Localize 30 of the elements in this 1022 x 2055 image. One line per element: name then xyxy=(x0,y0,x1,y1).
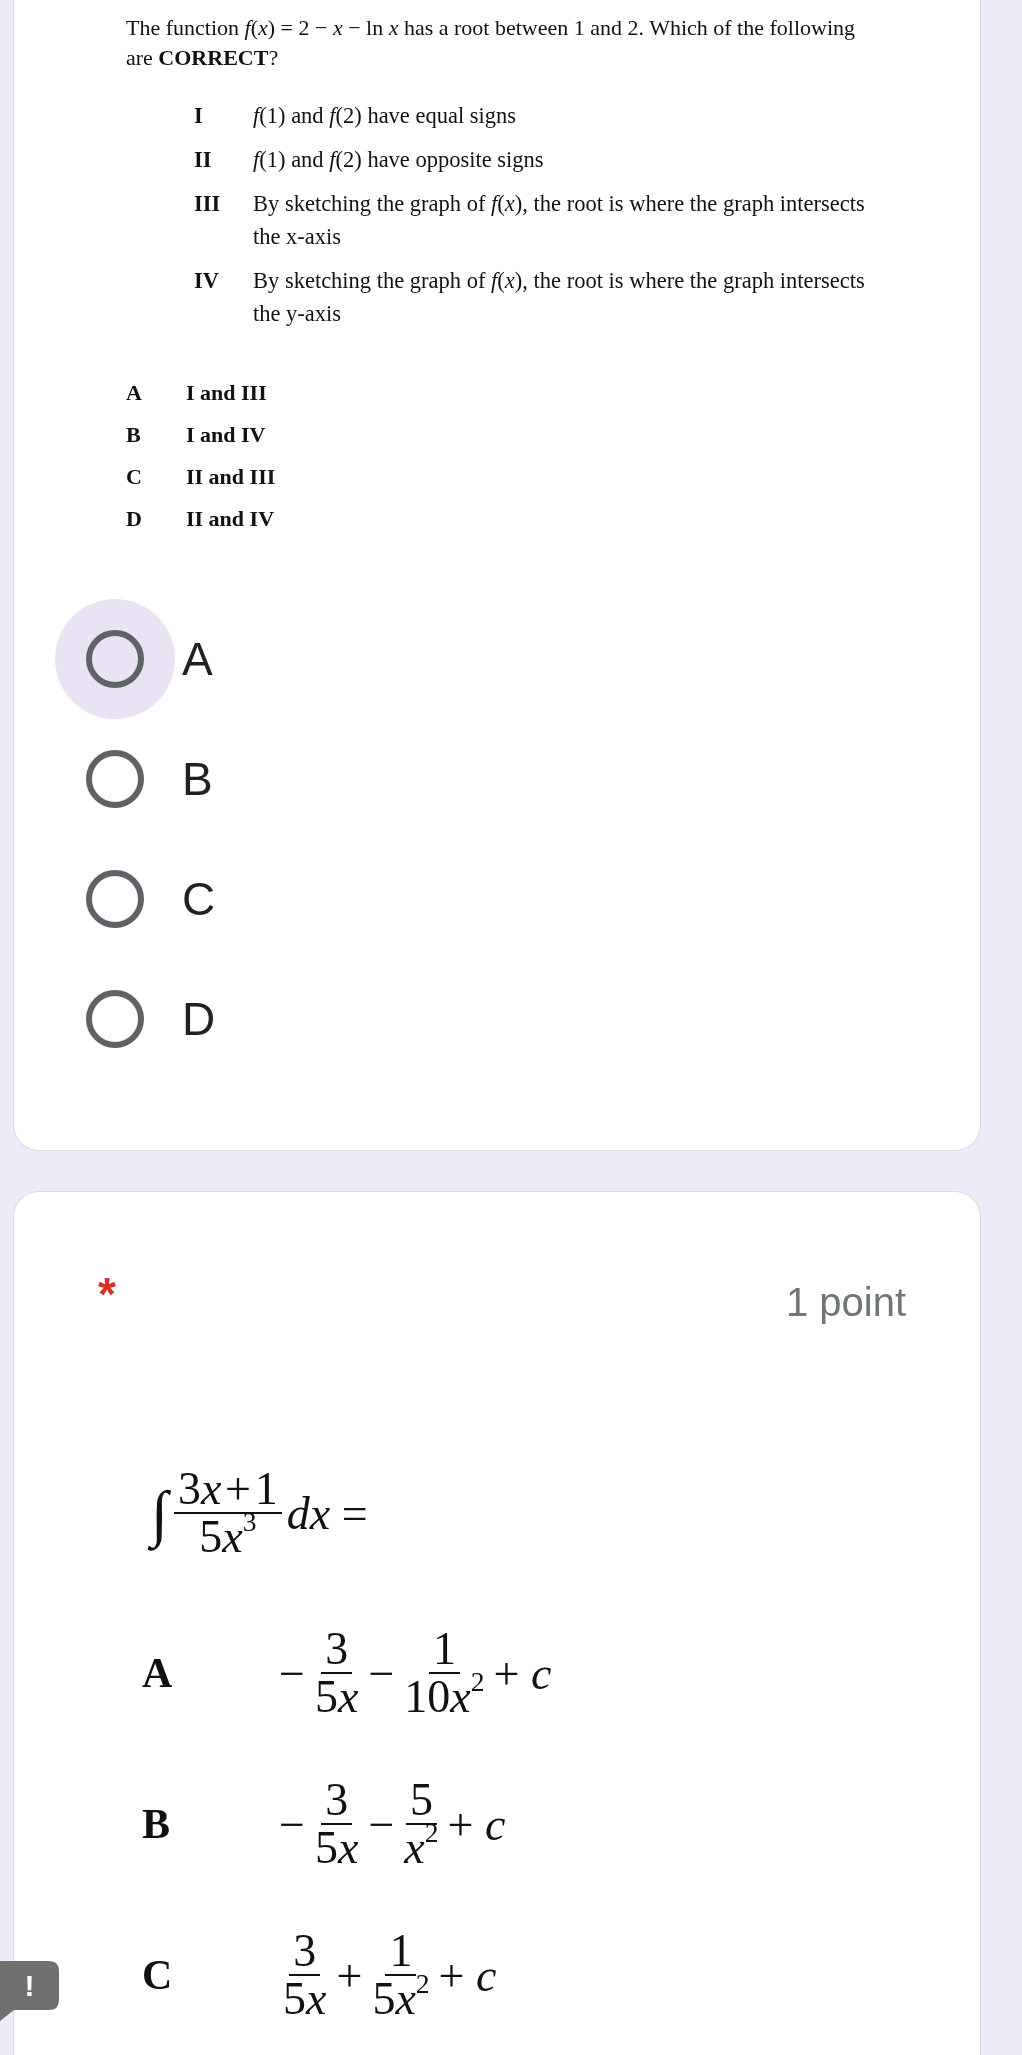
statement-numeral: III xyxy=(194,190,222,218)
choice-letter: C xyxy=(126,463,143,491)
option-label[interactable]: B xyxy=(182,751,213,807)
choice-text: I and III xyxy=(186,379,268,407)
choice-text: II and III xyxy=(186,463,276,491)
option-label[interactable]: C xyxy=(182,871,216,927)
statement-text: f(1) and f(2) have opposite signs xyxy=(253,146,545,174)
choice-letter: B xyxy=(126,421,142,449)
radio-button[interactable] xyxy=(86,990,144,1048)
statement-numeral: I xyxy=(194,102,204,130)
choice-letter: A xyxy=(126,379,143,407)
option-label[interactable]: A xyxy=(182,631,213,687)
answer-letter: A xyxy=(142,1649,173,1698)
statement-numeral: IV xyxy=(194,267,220,295)
required-asterisk: * xyxy=(98,1267,116,1322)
statement-numeral: II xyxy=(194,146,213,174)
statement-text: By sketching the graph of f(x), the root is where the graph intersects the x-axis xyxy=(253,190,865,251)
choice-text: I and IV xyxy=(186,421,267,449)
radio-button[interactable] xyxy=(86,870,144,928)
option-label[interactable]: D xyxy=(182,991,216,1047)
statement-text: f(1) and f(2) have equal signs xyxy=(253,102,518,130)
answer-letter: B xyxy=(142,1800,170,1849)
points-label: 1 point xyxy=(785,1279,906,1326)
question-text: The function f(x) = 2 − x − ln x has a root between 1 and 2. Which of the following are CORRECT? xyxy=(126,14,857,72)
radio-button[interactable] xyxy=(86,750,144,808)
statement-text: By sketching the graph of f(x), the root is where the graph intersects the y-axis xyxy=(253,267,865,328)
choice-text: II and IV xyxy=(186,505,276,533)
answer-letter: C xyxy=(142,1951,173,2000)
choice-letter: D xyxy=(126,505,143,533)
radio-button[interactable] xyxy=(86,630,144,688)
